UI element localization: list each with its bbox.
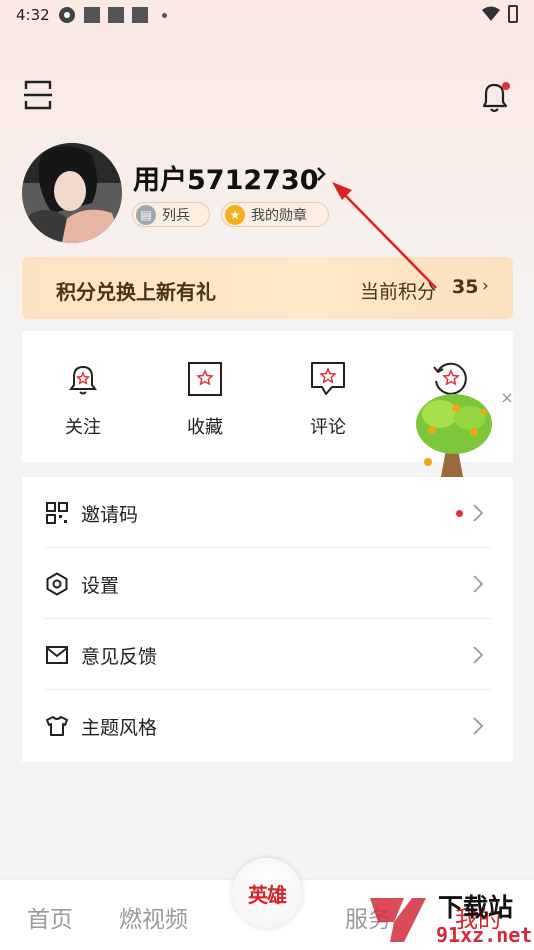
quick-action-follow[interactable]: 关注	[33, 331, 133, 461]
tab-videos[interactable]: 燃视频	[119, 900, 188, 934]
tshirt-icon	[46, 716, 68, 736]
quick-action-favorites[interactable]: 收藏	[155, 331, 255, 461]
quick-action-label: 收藏	[187, 417, 223, 438]
mail-icon	[46, 646, 68, 664]
watermark-logo-icon	[370, 898, 426, 942]
bell-outline-icon	[69, 365, 97, 395]
chevron-right-icon	[473, 646, 484, 664]
menu-item-label: 设置	[81, 575, 120, 597]
center-hero-button[interactable]: 英雄	[232, 858, 302, 928]
quick-action-label: 关注	[65, 417, 101, 438]
quick-action-comments[interactable]: 评论	[278, 331, 378, 461]
menu-item-theme[interactable]: 主题风格	[22, 690, 513, 761]
hexagon-settings-icon	[46, 572, 68, 596]
watermark-sub-text: 91xz.net	[436, 923, 533, 947]
star-box-icon	[188, 362, 222, 396]
watermark-main-text: 下载站	[438, 893, 514, 922]
chevron-right-icon	[473, 717, 484, 735]
comment-star-icon	[311, 362, 345, 395]
menu-item-feedback[interactable]: 意见反馈	[22, 619, 513, 690]
menu-item-settings[interactable]: 设置	[22, 548, 513, 619]
center-hero-label: 英雄	[248, 882, 287, 907]
watermark: 下载站 91xz.net	[364, 888, 534, 950]
menu-item-label: 主题风格	[81, 717, 158, 739]
tab-home[interactable]: 首页	[27, 900, 73, 934]
menu-card: 邀请码 设置 意见反馈 主题风格	[22, 477, 513, 762]
quick-action-label: 评论	[310, 417, 346, 438]
new-indicator-dot	[456, 510, 463, 517]
qr-grid-icon	[46, 502, 68, 524]
menu-item-label: 邀请码	[81, 504, 139, 526]
chevron-right-icon	[473, 504, 484, 522]
annotation-arrow	[332, 182, 437, 289]
chevron-right-icon	[473, 575, 484, 593]
menu-item-label: 意见反馈	[81, 646, 158, 668]
menu-item-invite-code[interactable]: 邀请码	[22, 477, 513, 548]
close-widget-icon[interactable]	[501, 392, 513, 404]
